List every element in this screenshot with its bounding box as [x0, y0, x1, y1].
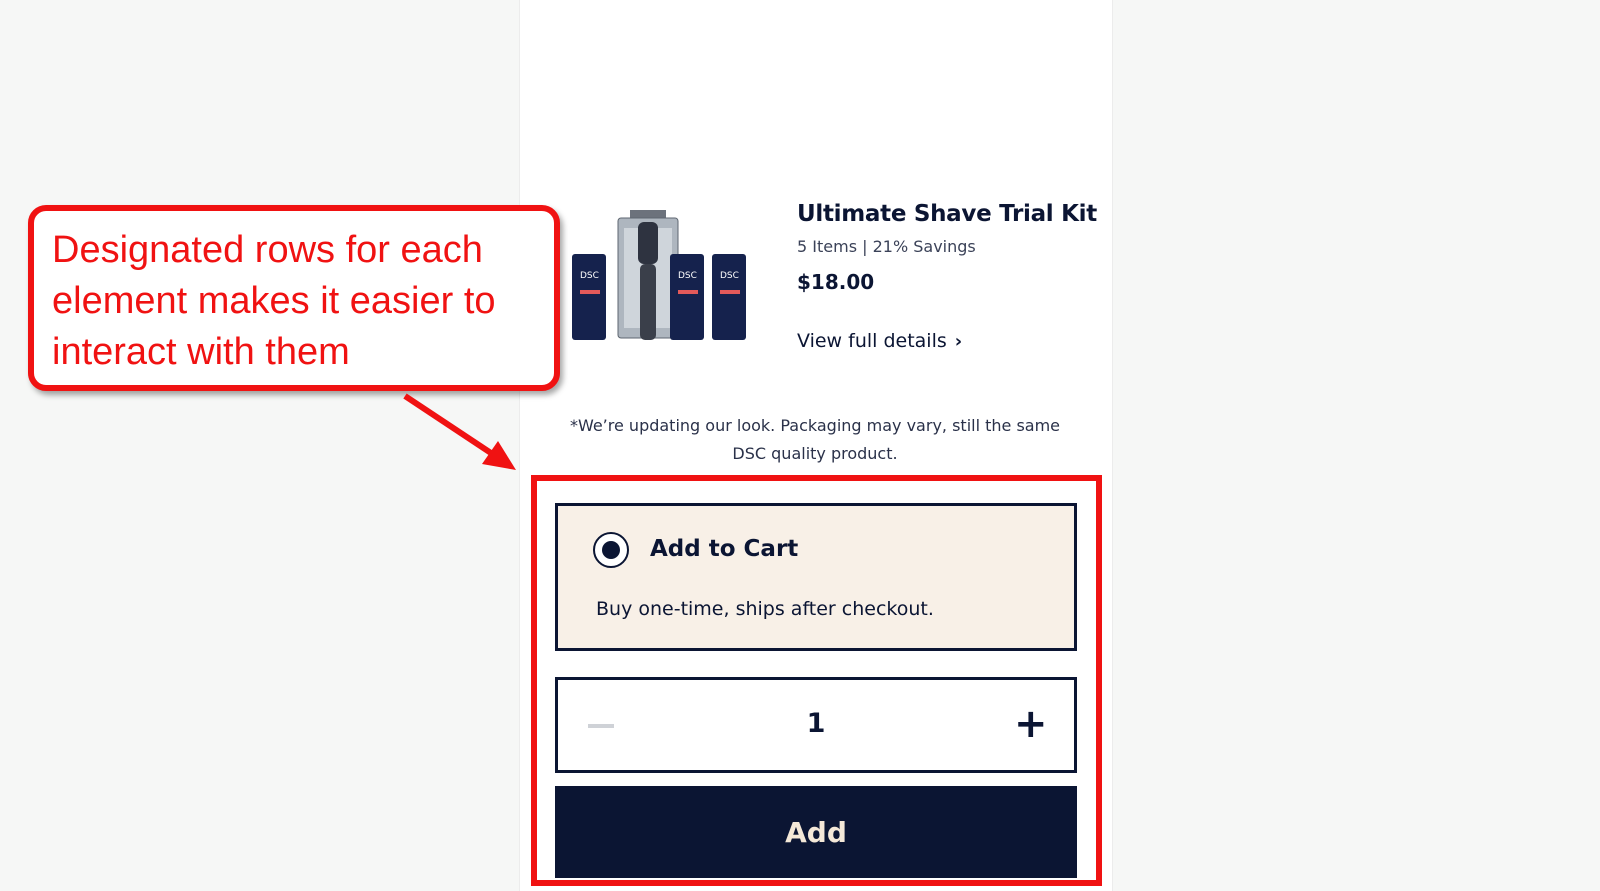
callout-line-1: Designated rows for each [52, 229, 483, 271]
quantity-value: 1 [806, 708, 826, 739]
plus-icon[interactable]: + [1014, 704, 1048, 744]
chevron-right-icon: › [954, 330, 963, 352]
quantity-stepper: 1 + [555, 677, 1077, 773]
product-kit-image: DSC DSC DSC [572, 210, 746, 340]
product-price: $18.00 [797, 270, 875, 294]
tube-label: DSC [580, 271, 599, 281]
annotation-callout: Designated rows for each element makes i… [28, 205, 560, 391]
add-button[interactable]: Add [555, 786, 1077, 878]
notice-line-2: DSC quality product. [732, 444, 898, 463]
view-full-details-link[interactable]: View full details › [797, 330, 962, 352]
add-to-cart-option[interactable]: Add to Cart Buy one-time, ships after ch… [555, 503, 1077, 651]
details-link-label: View full details [797, 330, 947, 352]
option-description: Buy one-time, ships after checkout. [596, 598, 934, 620]
callout-line-2: element makes it easier to [52, 280, 496, 322]
callout-line-3: interact with them [52, 331, 350, 373]
notice-line-1: *We’re updating our look. Packaging may … [569, 416, 1061, 435]
option-title: Add to Cart [650, 536, 799, 562]
packaging-notice: *We’re updating our look. Packaging may … [560, 412, 1070, 468]
tube-label: DSC [720, 271, 739, 281]
product-subtitle: 5 Items | 21% Savings [797, 237, 976, 256]
product-title: Ultimate Shave Trial Kit [797, 201, 1097, 227]
radio-selected-icon[interactable] [593, 532, 629, 568]
tube-label: DSC [678, 271, 697, 281]
